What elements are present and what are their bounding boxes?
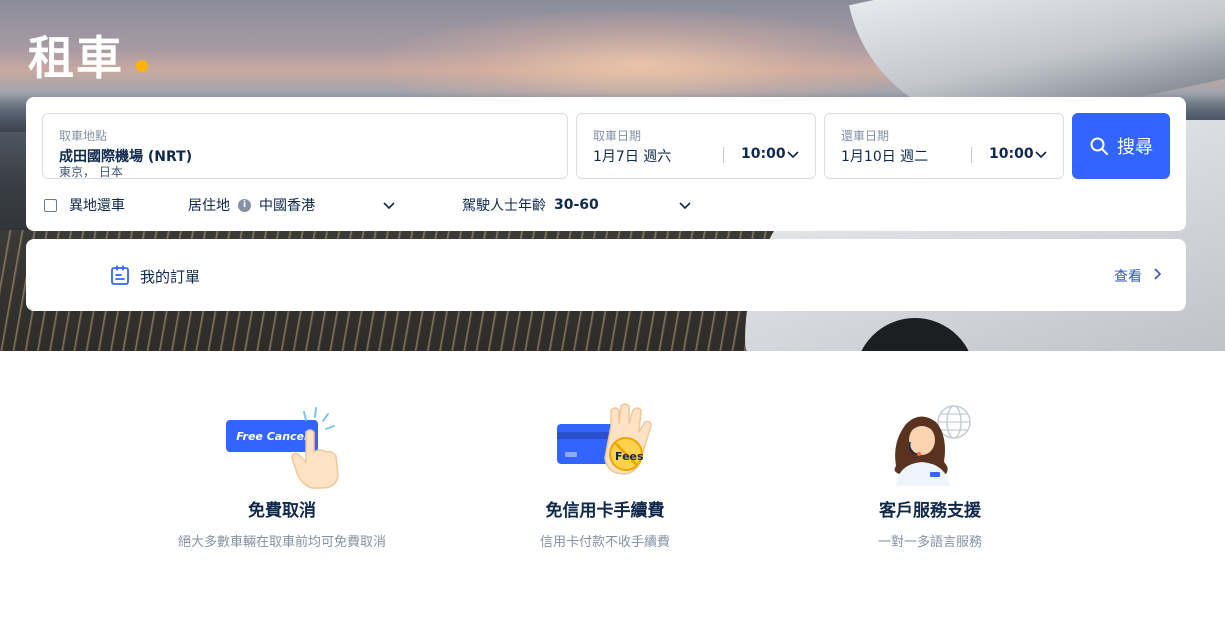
title-accent-dot <box>136 60 148 72</box>
info-icon[interactable]: i <box>238 198 251 212</box>
chevron-right-icon[interactable] <box>1150 267 1164 281</box>
feature-description: 一對一多語言服務 <box>877 535 982 550</box>
page-title: 租車 <box>28 31 124 85</box>
credit-card-hand-icon <box>557 403 652 475</box>
view-orders-link[interactable]: 查看 <box>1114 266 1142 286</box>
fees-badge-text: Fees <box>615 450 644 463</box>
support-illustration <box>780 398 1080 490</box>
free-cancel-illustration: Free Cancel <box>132 398 432 490</box>
return-date-label: 還車日期 <box>841 129 890 143</box>
search-card: 取車地點 成田國際機場 (NRT) 東京， 日本 取車日期 1月7日 週六 10… <box>26 97 1186 231</box>
residence-selector[interactable]: 居住地 i 中國香港 <box>188 195 315 215</box>
feature-title: 免信用卡手續費 <box>545 501 665 521</box>
return-date-value[interactable]: 1月10日 週二 <box>841 146 928 166</box>
return-date-field[interactable]: 還車日期 1月10日 週二 10:00 <box>824 113 1064 179</box>
feature-description: 信用卡付款不收手續費 <box>539 535 670 550</box>
feature-title: 客戶服務支援 <box>879 501 981 521</box>
residence-value: 中國香港 <box>259 198 315 214</box>
different-return-checkbox[interactable]: 異地還車 <box>44 195 125 215</box>
return-divider <box>971 147 972 163</box>
pickup-date-field[interactable]: 取車日期 1月7日 週六 10:00 <box>576 113 816 179</box>
feature-title: 免費取消 <box>248 501 316 521</box>
pickup-divider <box>723 147 724 163</box>
pointing-hand-icon <box>291 407 339 489</box>
support-agent-icon <box>894 405 971 486</box>
chevron-down-icon[interactable] <box>785 146 801 162</box>
driver-age-selector[interactable]: 駕駛人士年齡 30-60 <box>462 195 599 215</box>
pickup-location-sub: 東京， 日本 <box>59 165 123 179</box>
search-button-label: 搜尋 <box>1117 137 1153 158</box>
feature-description: 絕大多數車輛在取車前均可免費取消 <box>177 535 386 550</box>
search-icon <box>1090 137 1108 155</box>
return-time-value[interactable]: 10:00 <box>989 146 1034 162</box>
chevron-down-icon[interactable] <box>677 197 693 213</box>
my-orders-card[interactable]: 我的訂單 查看 <box>26 239 1186 311</box>
residence-label: 居住地 <box>188 198 230 214</box>
pickup-time-value[interactable]: 10:00 <box>741 146 786 162</box>
different-return-label: 異地還車 <box>69 198 125 214</box>
pickup-location-label: 取車地點 <box>59 129 108 143</box>
chevron-down-icon[interactable] <box>381 197 397 213</box>
feature-customer-support: 客戶服務支援 一對一多語言服務 <box>780 398 1080 550</box>
checkbox-box[interactable] <box>44 198 57 212</box>
chevron-down-icon[interactable] <box>1033 146 1049 162</box>
pickup-date-label: 取車日期 <box>593 129 642 143</box>
search-button[interactable]: 搜尋 <box>1072 113 1170 179</box>
pickup-date-value[interactable]: 1月7日 週六 <box>593 146 671 166</box>
feature-no-card-fee: Fees 免信用卡手續費 信用卡付款不收手續費 <box>455 398 755 550</box>
clipboard-icon <box>111 265 129 285</box>
driver-age-label: 駕駛人士年齡 <box>462 198 546 214</box>
my-orders-label: 我的訂單 <box>140 268 201 286</box>
driver-age-value: 30-60 <box>554 197 599 213</box>
feature-free-cancel: Free Cancel 免費取消 絕大多數車輛在取車前均可免費取消 <box>132 398 432 550</box>
no-fees-illustration: Fees <box>455 398 755 490</box>
pickup-location-field[interactable]: 取車地點 成田國際機場 (NRT) 東京， 日本 <box>42 113 568 179</box>
